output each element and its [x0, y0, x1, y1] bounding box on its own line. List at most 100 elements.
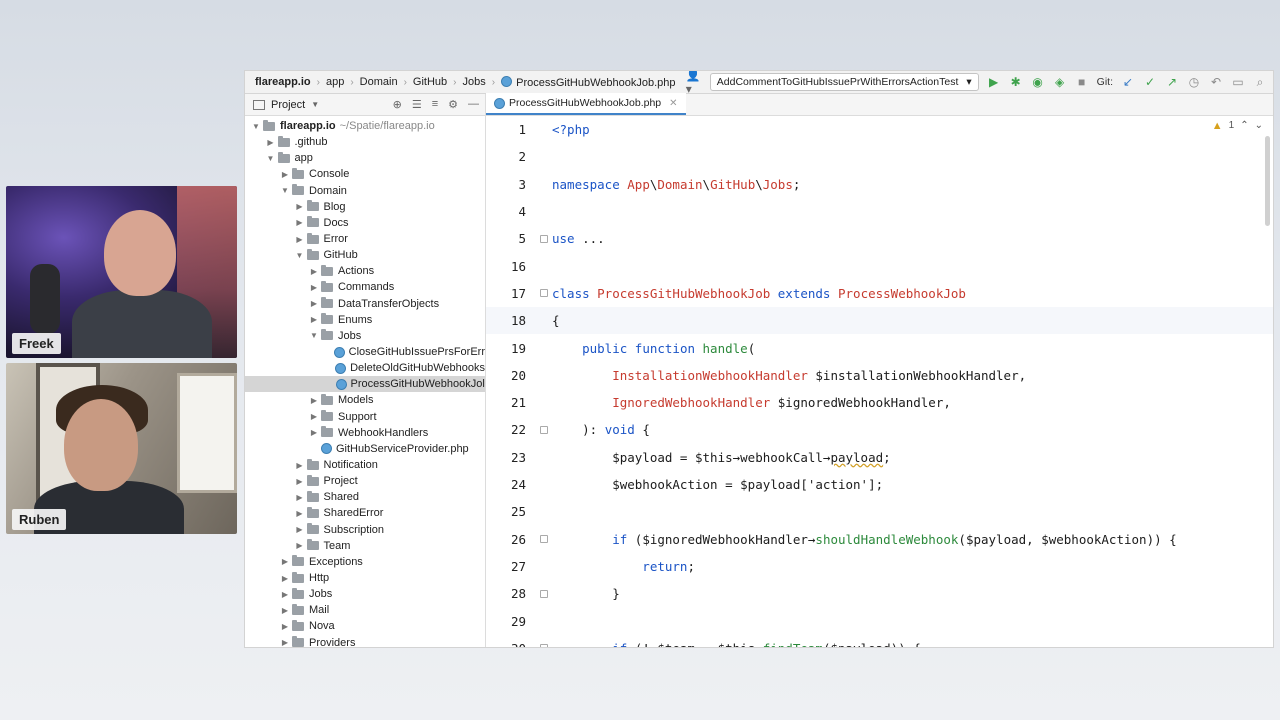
chevron-down-icon[interactable]: ▼ [264, 154, 278, 163]
hide-icon[interactable]: — [468, 98, 479, 111]
tree-folder-item[interactable]: ▶ Providers [245, 635, 485, 647]
chevron-right-icon[interactable]: ▶ [264, 138, 278, 147]
tree-folder-item[interactable]: ▶ Http [245, 570, 485, 586]
tree-folder-item[interactable]: ▶ Error [245, 231, 485, 247]
history-icon[interactable]: ◷ [1187, 75, 1201, 89]
tree-folder-item[interactable]: ▼ Domain [245, 183, 485, 199]
tab-processgithubwebhookjob[interactable]: ProcessGitHubWebhookJob.php ✕ [486, 93, 686, 115]
gear-icon[interactable]: ⚙ [448, 98, 458, 111]
tree-folder-item[interactable]: ▶ Team [245, 538, 485, 554]
chevron-right-icon[interactable]: ▶ [293, 541, 307, 550]
chevron-right-icon[interactable]: ▶ [278, 170, 292, 179]
tree-folder-item[interactable]: ▶ Console [245, 166, 485, 182]
code-line[interactable]: 26 if ($ignoredWebhookHandler→shouldHand… [486, 526, 1273, 553]
tree-folder-item[interactable]: ▶ .github [245, 134, 485, 150]
code-editor[interactable]: ▲ 1 ⌃ ⌄ 1 <?php 2 3 namespace App\Domain\Git… [486, 116, 1273, 647]
tree-folder-item[interactable]: ▶ Jobs [245, 586, 485, 602]
code-line[interactable]: 22 ): void { [486, 416, 1273, 443]
layout-icon[interactable]: ▭ [1231, 75, 1245, 89]
code-line[interactable]: 5 use ... [486, 225, 1273, 252]
tree-folder-item[interactable]: ▼ flareapp.io ~/Spatie/flareapp.io [245, 118, 485, 134]
run-configuration-select[interactable]: AddCommentToGitHubIssuePrWithErrorsActio… [709, 73, 979, 91]
tree-folder-item[interactable]: ▶ Docs [245, 215, 485, 231]
tree-folder-item[interactable]: ▶ WebhookHandlers [245, 425, 485, 441]
tree-folder-item[interactable]: ▶ Commands [245, 279, 485, 295]
chevron-right-icon[interactable]: ▶ [307, 428, 321, 437]
tree-folder-item[interactable]: ▶ Enums [245, 312, 485, 328]
fold-marker-icon[interactable] [540, 589, 548, 598]
project-panel-title[interactable]: Project [271, 99, 305, 111]
tree-folder-item[interactable]: ▶ Subscription [245, 522, 485, 538]
chevron-right-icon[interactable]: ▶ [293, 461, 307, 470]
fold-marker-icon[interactable] [540, 535, 548, 544]
collapse-all-icon[interactable]: ≡ [432, 98, 438, 111]
tree-folder-item[interactable]: ▶ Notification [245, 457, 485, 473]
git-update-icon[interactable]: ↙ [1121, 75, 1135, 89]
tree-file-item[interactable]: GitHubServiceProvider.php [245, 441, 485, 457]
tree-file-item[interactable]: CloseGitHubIssuePrsForErr [245, 344, 485, 360]
code-line[interactable]: 25 [486, 498, 1273, 525]
tree-folder-item[interactable]: ▶ Models [245, 392, 485, 408]
tree-folder-item[interactable]: ▼ Jobs [245, 328, 485, 344]
chevron-right-icon[interactable]: ▶ [278, 557, 292, 566]
chevron-right-icon[interactable]: ▶ [278, 622, 292, 631]
breadcrumb-item[interactable]: flareapp.io [253, 76, 313, 88]
tree-folder-item[interactable]: ▶ SharedError [245, 505, 485, 521]
debug-icon[interactable]: ✱ [1009, 75, 1023, 89]
breadcrumb-item[interactable]: GitHub [411, 76, 449, 88]
code-line[interactable]: 3 namespace App\Domain\GitHub\Jobs; [486, 171, 1273, 198]
tree-folder-item[interactable]: ▶ Exceptions [245, 554, 485, 570]
coverage-icon[interactable]: ◉ [1031, 75, 1045, 89]
fold-marker-icon[interactable] [540, 644, 548, 647]
tree-folder-item[interactable]: ▶ Mail [245, 602, 485, 618]
tree-folder-item[interactable]: ▶ DataTransferObjects [245, 296, 485, 312]
chevron-right-icon[interactable]: ▶ [293, 509, 307, 518]
code-line[interactable]: 28 } [486, 580, 1273, 607]
code-line[interactable]: 2 [486, 143, 1273, 170]
chevron-right-icon[interactable]: ▶ [278, 590, 292, 599]
code-line[interactable]: 23 $payload = $this→webhookCall→payload; [486, 444, 1273, 471]
rollback-icon[interactable]: ↶ [1209, 75, 1223, 89]
chevron-right-icon[interactable]: ▶ [293, 235, 307, 244]
code-line[interactable]: 24 $webhookAction = $payload['action']; [486, 471, 1273, 498]
breadcrumb-item[interactable]: app [324, 76, 346, 88]
chevron-right-icon[interactable]: ▶ [293, 493, 307, 502]
chevron-right-icon[interactable]: ▶ [307, 396, 321, 405]
chevron-right-icon[interactable]: ▶ [307, 412, 321, 421]
code-line[interactable]: 19 public function handle( [486, 334, 1273, 361]
fold-marker-icon[interactable] [540, 234, 548, 243]
code-line[interactable]: 27 return; [486, 553, 1273, 580]
stop-icon[interactable]: ■ [1075, 75, 1089, 89]
code-line[interactable]: 1 <?php [486, 116, 1273, 143]
git-commit-icon[interactable]: ✓ [1143, 75, 1157, 89]
tree-folder-item[interactable]: ▶ Shared [245, 489, 485, 505]
fold-marker-icon[interactable] [540, 289, 548, 298]
chevron-down-icon[interactable]: ▼ [293, 251, 307, 260]
close-icon[interactable]: ✕ [669, 98, 677, 109]
chevron-right-icon[interactable]: ▶ [307, 315, 321, 324]
chevron-right-icon[interactable]: ▶ [278, 574, 292, 583]
chevron-right-icon[interactable]: ▶ [293, 218, 307, 227]
tree-folder-item[interactable]: ▶ Blog [245, 199, 485, 215]
user-icon[interactable]: 👤▾ [686, 71, 702, 96]
code-line[interactable]: 29 [486, 607, 1273, 634]
run-icon[interactable]: ▶ [987, 75, 1001, 89]
fold-marker-icon[interactable] [540, 425, 548, 434]
breadcrumb-item[interactable]: Jobs [461, 76, 488, 88]
git-push-icon[interactable]: ↗ [1165, 75, 1179, 89]
expand-all-icon[interactable]: ☰ [412, 98, 422, 111]
code-line[interactable]: 16 [486, 253, 1273, 280]
code-line[interactable]: 20 InstallationWebhookHandler $installat… [486, 362, 1273, 389]
code-line[interactable]: 30 if (! $team = $this→findTeam($payload… [486, 635, 1273, 647]
tree-file-item[interactable]: DeleteOldGitHubWebhooks [245, 360, 485, 376]
chevron-right-icon[interactable]: ▶ [307, 299, 321, 308]
chevron-right-icon[interactable]: ▶ [278, 606, 292, 615]
tree-folder-item[interactable]: ▼ app [245, 150, 485, 166]
search-icon[interactable]: ⌕ [1253, 75, 1267, 90]
chevron-down-icon[interactable]: ▼ [249, 122, 263, 131]
chevron-right-icon[interactable]: ▶ [307, 267, 321, 276]
chevron-down-icon[interactable]: ▼ [307, 331, 321, 340]
profile-icon[interactable]: ◈ [1053, 75, 1067, 89]
tree-folder-item[interactable]: ▶ Actions [245, 263, 485, 279]
breadcrumb-item[interactable]: Domain [358, 76, 400, 88]
